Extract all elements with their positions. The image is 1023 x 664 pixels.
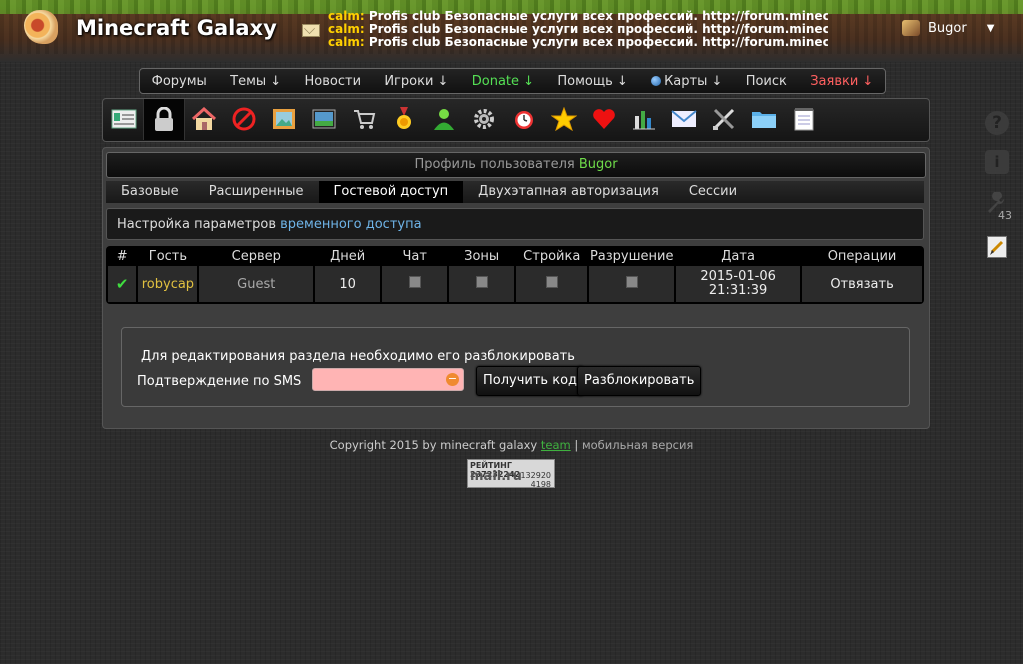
temporary-access-link[interactable]: временного доступа	[280, 217, 421, 232]
footer: Copyright 2015 by minecraft galaxy team …	[329, 438, 694, 452]
info-icon[interactable]: i	[985, 150, 1009, 174]
sms-code-input[interactable]: −	[312, 368, 464, 391]
tab-basic[interactable]: Базовые	[106, 181, 194, 203]
chat-cell	[382, 266, 448, 302]
table-header-row: # Гость Сервер Дней Чат Зоны Стройка Раз…	[108, 248, 922, 264]
column-header: Сервер	[231, 248, 281, 264]
column-header: Дата	[721, 248, 755, 264]
mailru-logo: mail.ru	[470, 469, 522, 484]
user-icon[interactable]	[429, 104, 459, 134]
settings-heading: Настройка параметров временного доступа	[106, 208, 924, 240]
bar-chart-icon[interactable]	[629, 104, 659, 134]
column-header: Стройка	[523, 248, 581, 264]
medal-icon[interactable]	[389, 104, 419, 134]
news-item[interactable]: calm: Profis club Безопасные услуги всех…	[328, 36, 828, 49]
news-item[interactable]: calm: Profis club Безопасные услуги всех…	[328, 10, 828, 23]
username: Bugor	[928, 20, 967, 36]
help-icon[interactable]: ?	[985, 111, 1009, 135]
gear-icon[interactable]	[469, 104, 499, 134]
menu-item-requests[interactable]: Заявки ↓	[810, 74, 873, 89]
get-code-button[interactable]: Получить код	[476, 366, 585, 396]
envelope-icon[interactable]	[669, 104, 699, 134]
column-header: Гость	[148, 248, 188, 264]
menu-item-players[interactable]: Игроки ↓	[384, 74, 448, 89]
site-title[interactable]: Minecraft Galaxy	[76, 16, 277, 40]
unlock-button[interactable]: Разблокировать	[577, 366, 702, 396]
main-menu: Форумы Темы ↓ Новости Игроки ↓ Donate ↓ …	[139, 68, 886, 94]
column-header: #	[116, 248, 128, 264]
mailru-rating-counter[interactable]: РЕЙТИНГ 237232242 mail.ru 132920 4198	[467, 459, 555, 489]
guest-name[interactable]: robycap	[138, 266, 198, 302]
destroy-checkbox[interactable]	[625, 276, 638, 288]
star-icon[interactable]	[549, 104, 579, 134]
tools-count: 43	[998, 209, 1012, 222]
ban-icon[interactable]	[229, 104, 259, 134]
alarm-clock-icon[interactable]	[509, 104, 539, 134]
column-header: Зоны	[464, 248, 500, 264]
profile-username[interactable]: Bugor	[579, 157, 618, 172]
user-menu[interactable]: Bugor ▼	[902, 20, 994, 36]
profile-card-icon[interactable]	[109, 104, 139, 134]
destroy-cell	[589, 266, 675, 302]
cart-icon[interactable]	[349, 104, 379, 134]
news-ticker: calm: Profis club Безопасные услуги всех…	[328, 10, 828, 49]
column-header: Операции	[827, 248, 897, 264]
column-header: Разрушение	[589, 248, 674, 264]
lock-icon[interactable]	[143, 99, 185, 140]
error-icon: −	[446, 372, 459, 386]
landscape-icon[interactable]	[309, 104, 339, 134]
tools-icon[interactable]	[709, 104, 739, 134]
tab-sessions[interactable]: Сессии	[674, 181, 752, 203]
sms-label: Подтверждение по SMS	[137, 374, 302, 389]
unlock-section: Для редактирования раздела необходимо ег…	[121, 327, 910, 407]
menu-item-topics[interactable]: Темы ↓	[230, 74, 281, 89]
envelope-icon[interactable]	[302, 24, 320, 37]
menu-item-search[interactable]: Поиск	[746, 74, 787, 89]
menu-item-maps[interactable]: Карты ↓	[651, 74, 722, 89]
days-cell: 10	[315, 266, 381, 302]
profile-tabs: Базовые Расширенные Гостевой доступ Двух…	[106, 181, 924, 203]
globe-icon	[651, 75, 662, 86]
page-title: Профиль пользователя Bugor	[106, 152, 926, 178]
date-cell: 2015-01-06 21:31:39	[676, 266, 801, 302]
team-link[interactable]: team	[541, 438, 571, 452]
column-header: Чат	[402, 248, 427, 264]
tab-guest-access[interactable]: Гостевой доступ	[318, 181, 464, 203]
chat-checkbox[interactable]	[408, 276, 421, 288]
notepad-icon[interactable]	[789, 104, 819, 134]
table-row: ✔ robycap Guest 10 2015-01-06 21:31:39 От…	[108, 266, 922, 302]
guest-access-table: # Гость Сервер Дней Чат Зоны Стройка Раз…	[106, 246, 924, 304]
unlock-note: Для редактирования раздела необходимо ег…	[141, 349, 575, 364]
profile-toolbar	[102, 98, 930, 142]
menu-item-help[interactable]: Помощь ↓	[557, 74, 627, 89]
mobile-version-link[interactable]: мобильная версия	[582, 438, 693, 452]
chevron-down-icon: ▼	[986, 22, 995, 34]
tab-two-factor[interactable]: Двухэтапная авторизация	[463, 181, 674, 203]
server-cell: Guest	[199, 266, 314, 302]
tab-extended[interactable]: Расширенные	[194, 181, 319, 203]
news-item[interactable]: calm: Profis club Безопасные услуги всех…	[328, 23, 828, 36]
zones-cell	[449, 266, 515, 302]
column-header: Дней	[330, 248, 366, 264]
note-edit-icon[interactable]	[987, 236, 1007, 258]
unbind-button[interactable]: Отвязать	[802, 266, 922, 302]
checkmark-icon: ✔	[115, 275, 129, 293]
folder-icon[interactable]	[749, 104, 779, 134]
build-cell	[516, 266, 588, 302]
status-cell: ✔	[108, 266, 137, 302]
avatar	[902, 20, 920, 36]
menu-item-forums[interactable]: Форумы	[152, 74, 207, 89]
build-checkbox[interactable]	[545, 276, 558, 288]
menu-item-donate[interactable]: Donate ↓	[472, 74, 534, 89]
menu-item-news[interactable]: Новости	[305, 74, 362, 89]
heart-icon[interactable]	[589, 104, 619, 134]
home-icon[interactable]	[189, 104, 219, 134]
zones-checkbox[interactable]	[475, 276, 488, 288]
picture-icon[interactable]	[269, 104, 299, 134]
galaxy-logo-icon[interactable]	[24, 10, 58, 44]
